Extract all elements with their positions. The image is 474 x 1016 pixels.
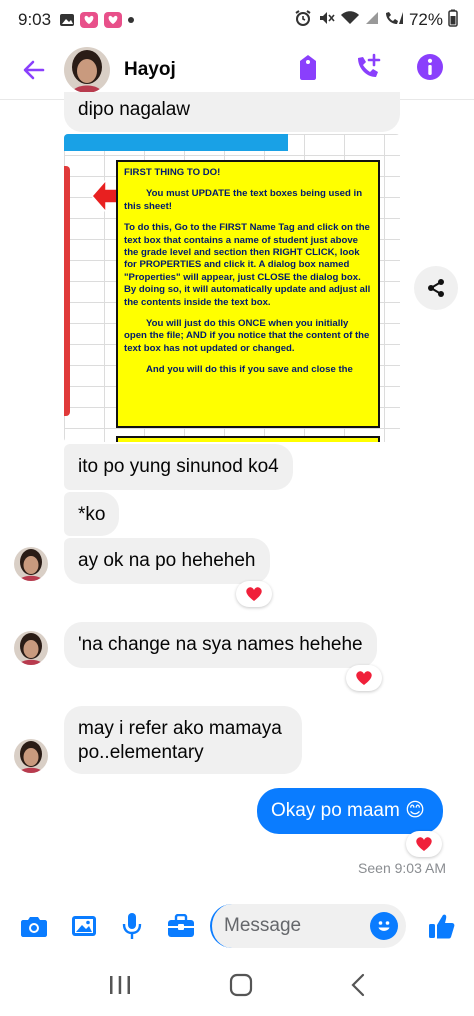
message-text: ay ok na po heheheh (78, 550, 256, 571)
smile-emoji: 😊 (405, 800, 425, 821)
message-bubble-incoming[interactable]: may i refer ako mamaya po..elementary (64, 706, 302, 774)
camera-icon[interactable] (20, 912, 48, 940)
mute-icon (317, 9, 335, 32)
message-text: 'na change na sya names hehehe (78, 634, 363, 655)
message-text-line: po..elementary (78, 742, 204, 763)
heart-icon (246, 587, 262, 601)
instruction-paragraph: You must UPDATE the text boxes being use… (124, 188, 363, 212)
home-icon[interactable] (229, 973, 253, 1002)
signal-icon (365, 10, 379, 30)
dot-icon (127, 16, 135, 24)
sheet-red-strip (64, 166, 70, 416)
alarm-icon (294, 9, 312, 32)
back-icon[interactable] (350, 973, 366, 1002)
message-bubble-outgoing[interactable]: Okay po maam 😊 (257, 788, 443, 834)
sender-avatar[interactable] (14, 631, 48, 665)
info-icon[interactable] (416, 53, 444, 86)
message-text: ito po yung sinunod ko4 (78, 456, 279, 477)
message-text: *ko (78, 504, 106, 525)
chat-header: Hayoj (0, 40, 474, 100)
instruction-textbox: FIRST THING TO DO! You must UPDATE the t… (116, 160, 380, 428)
gallery-icon (59, 12, 75, 28)
image-attachment[interactable]: FIRST THING TO DO! You must UPDATE the t… (64, 134, 400, 442)
instruction-paragraph: And you will do this if you save and clo… (146, 364, 353, 376)
message-text: Okay po maam (271, 800, 400, 821)
heart-reaction[interactable] (406, 831, 442, 857)
heart-icon (416, 837, 432, 851)
status-bar: 9:03 72% (0, 0, 474, 40)
emoji-icon[interactable] (370, 912, 398, 940)
contact-avatar[interactable] (64, 46, 110, 93)
message-text-line: may i refer ako mamaya (78, 718, 282, 739)
app-notification-icon (103, 11, 123, 29)
gallery-icon[interactable] (70, 912, 98, 940)
add-call-icon[interactable] (354, 53, 382, 86)
message-bubble-incoming[interactable]: 'na change na sya names hehehe (64, 622, 377, 668)
app-notification-icon (79, 11, 99, 29)
heart-reaction[interactable] (346, 665, 382, 691)
message-bubble-incoming[interactable]: *ko (64, 492, 120, 536)
message-bubble-incoming[interactable]: dipo nagalaw (64, 92, 400, 132)
back-arrow-icon[interactable] (22, 58, 46, 82)
battery-text: 72% (408, 10, 443, 29)
recent-apps-icon[interactable] (108, 974, 132, 1001)
sender-avatar[interactable] (14, 739, 48, 773)
sender-avatar[interactable] (14, 547, 48, 581)
instruction-paragraph: You will just do this ONCE when you init… (124, 318, 370, 354)
system-nav-bar (0, 958, 474, 1016)
sheet-header-bar (64, 134, 288, 151)
wifi-icon (340, 10, 360, 31)
call-signal-icon (384, 10, 404, 31)
message-text: dipo nagalaw (78, 99, 190, 120)
heart-icon (356, 671, 372, 685)
thumbs-up-icon[interactable] (428, 912, 456, 940)
instruction-paragraph: To do this, Go to the FIRST Name Tag and… (124, 222, 371, 308)
heart-reaction[interactable] (236, 581, 272, 607)
status-time: 9:03 (18, 10, 52, 29)
message-bubble-incoming[interactable]: ito po yung sinunod ko4 (64, 444, 293, 490)
instruction-title: FIRST THING TO DO! (124, 167, 221, 178)
microphone-icon[interactable] (118, 912, 146, 940)
battery-icon (448, 9, 458, 32)
second-textbox (116, 436, 380, 442)
contact-name[interactable]: Hayoj (124, 59, 176, 81)
message-bubble-incoming[interactable]: ay ok na po heheheh (64, 538, 270, 584)
tag-icon[interactable] (296, 53, 320, 86)
briefcase-icon[interactable] (167, 912, 195, 940)
seen-status: Seen 9:03 AM (358, 860, 446, 876)
message-composer (0, 898, 474, 954)
share-icon (428, 279, 444, 297)
share-button[interactable] (414, 266, 458, 310)
